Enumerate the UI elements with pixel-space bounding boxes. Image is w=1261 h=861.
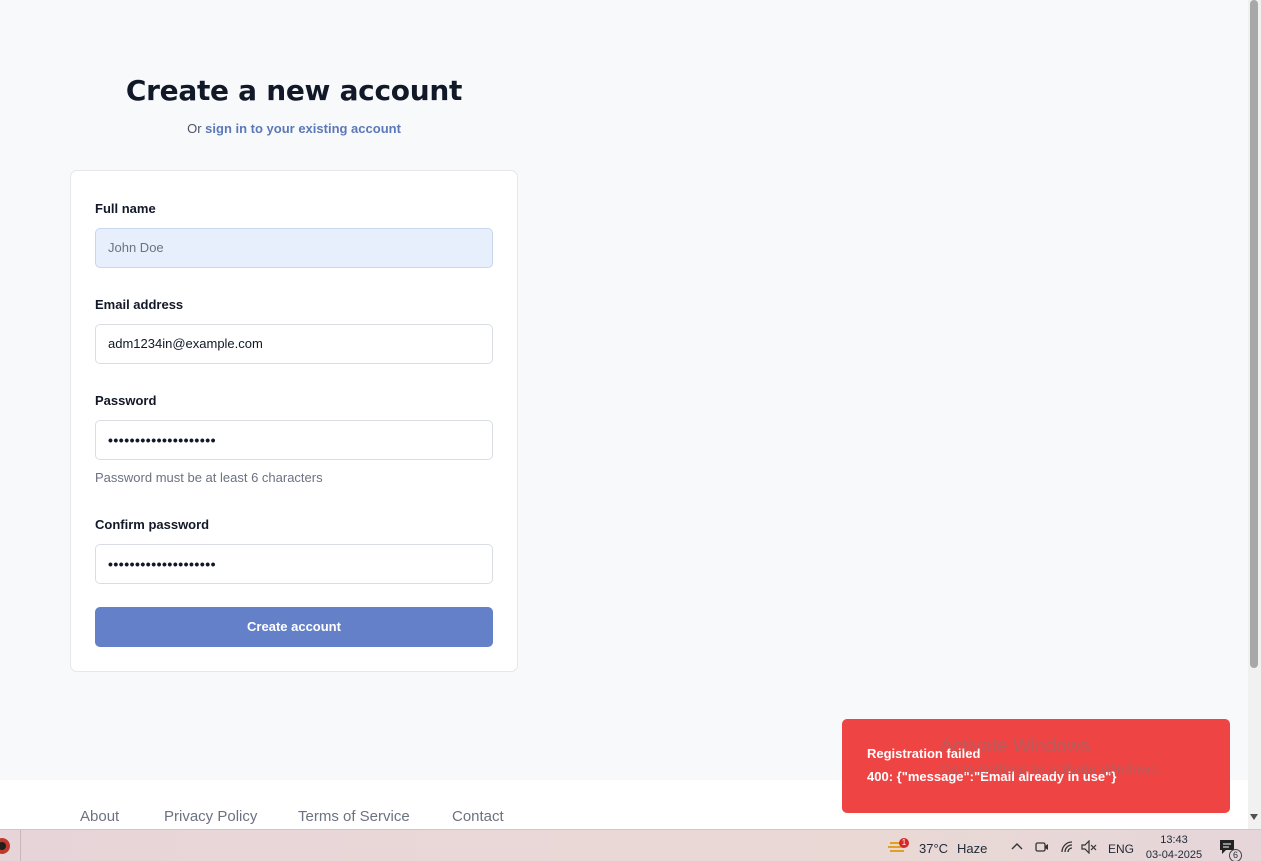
app-icon[interactable] — [0, 837, 10, 855]
page: Create a new account Or sign in to your … — [0, 0, 1248, 780]
email-label: Email address — [95, 297, 184, 312]
scrollbar-thumb[interactable] — [1250, 0, 1258, 668]
full-name-placeholder: John Doe — [108, 240, 164, 255]
wifi-icon[interactable] — [1060, 840, 1076, 854]
clock-date: 03-04-2025 — [1145, 849, 1203, 861]
email-input[interactable]: adm1234in@example.com — [95, 324, 493, 364]
windows-taskbar: 1 37°C Haze ENG 13:43 03-04-2025 6 — [0, 829, 1261, 861]
footer-link-contact[interactable]: Contact — [452, 808, 504, 825]
weather-condition[interactable]: Haze — [957, 841, 987, 856]
watermark-title: Activate Windows — [940, 736, 1090, 757]
confirm-password-input[interactable]: •••••••••••••••••••• — [95, 544, 493, 584]
password-hint: Password must be at least 6 characters — [95, 470, 323, 485]
register-form-card: Full name John Doe Email address adm1234… — [70, 170, 518, 672]
footer-link-terms[interactable]: Terms of Service — [298, 808, 410, 825]
password-label: Password — [95, 393, 157, 408]
full-name-label: Full name — [95, 201, 156, 216]
signin-link[interactable]: sign in to your existing account — [205, 121, 401, 136]
chevron-up-icon[interactable] — [1011, 842, 1023, 850]
page-title: Create a new account — [125, 74, 463, 107]
speaker-muted-icon[interactable] — [1081, 840, 1097, 854]
taskbar-divider — [20, 830, 21, 861]
scroll-down-arrow-icon[interactable] — [1250, 814, 1258, 820]
subtitle: Or sign in to your existing account — [70, 121, 518, 136]
language-indicator[interactable]: ENG — [1108, 842, 1134, 856]
full-name-input[interactable]: John Doe — [95, 228, 493, 268]
footer-link-about[interactable]: About — [80, 808, 119, 825]
watermark-subtitle: Go to Settings to activate Windows. — [940, 761, 1161, 777]
subtitle-prefix: Or — [187, 121, 202, 136]
create-account-button[interactable]: Create account — [95, 607, 493, 647]
page-heading: Create a new account Or sign in to your … — [70, 74, 518, 136]
weather-alert-badge: 1 — [899, 838, 909, 848]
windows-activation-watermark: Activate Windows Go to Settings to activ… — [940, 736, 1161, 777]
meet-now-icon[interactable] — [1035, 840, 1049, 854]
clock-time: 13:43 — [1160, 834, 1188, 846]
notification-count-badge: 6 — [1229, 849, 1242, 861]
weather-temperature[interactable]: 37°C — [919, 841, 948, 856]
confirm-password-label: Confirm password — [95, 517, 210, 532]
password-input[interactable]: •••••••••••••••••••• — [95, 420, 493, 460]
footer-link-privacy[interactable]: Privacy Policy — [164, 808, 257, 825]
page-scrollbar[interactable] — [1248, 0, 1261, 829]
clock[interactable]: 13:43 03-04-2025 — [1144, 833, 1204, 861]
